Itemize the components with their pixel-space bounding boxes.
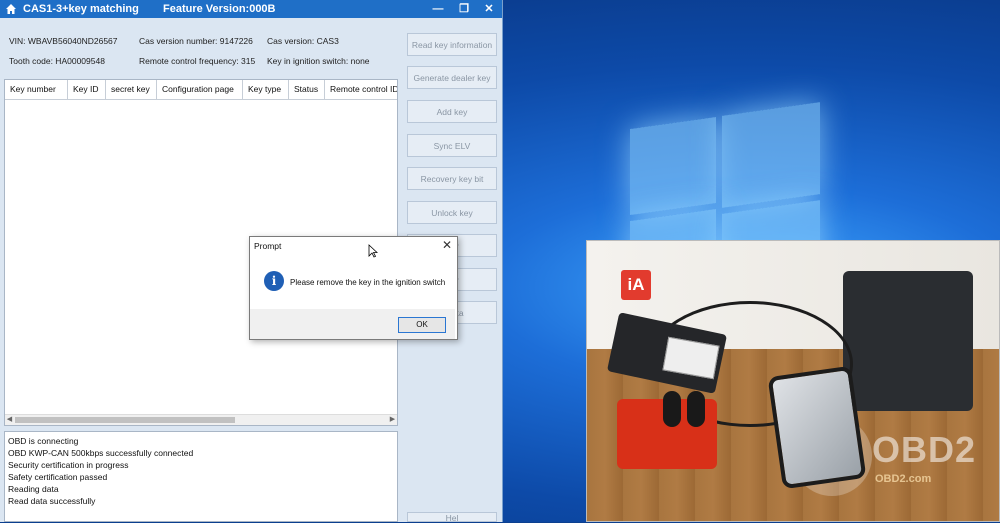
column-header[interactable]: Key ID xyxy=(68,80,106,99)
dialog-footer: OK xyxy=(250,309,455,339)
generate-dealer-key-button[interactable]: Generate dealer key xyxy=(407,66,497,89)
column-header[interactable]: secret key xyxy=(106,80,157,99)
ok-button[interactable]: OK xyxy=(398,317,446,333)
vin-label: VIN: WBAVB56040ND26567 xyxy=(9,36,118,46)
sync-elv-button[interactable]: Sync ELV xyxy=(407,134,497,157)
table-header: Key number Key ID secret key Configurati… xyxy=(5,80,397,100)
scrollbar-thumb[interactable] xyxy=(15,417,235,423)
info-icon: i xyxy=(264,271,284,291)
log-line: OBD KWP-CAN 500kbps successfully connect… xyxy=(8,448,194,458)
log-line: Security certification in progress xyxy=(8,460,129,470)
column-header[interactable]: Configuration page xyxy=(157,80,243,99)
scroll-left-icon[interactable]: ◀ xyxy=(5,415,14,425)
column-header[interactable]: Remote control ID xyxy=(325,80,397,99)
unlock-key-button[interactable]: Unlock key xyxy=(407,201,497,224)
scroll-right-icon[interactable]: ▶ xyxy=(388,415,397,425)
column-header[interactable]: Key number xyxy=(5,80,68,99)
ia-logo: iA xyxy=(621,270,651,300)
close-button[interactable]: ✕ xyxy=(482,2,496,16)
window-title: CAS1-3+key matching xyxy=(23,3,139,15)
log-line: Safety certification passed xyxy=(8,472,108,482)
home-icon xyxy=(6,4,16,14)
column-header[interactable]: Status xyxy=(289,80,325,99)
log-line: Reading data xyxy=(8,484,59,494)
read-key-information-button[interactable]: Read key information xyxy=(407,33,497,56)
tooth-code-label: Tooth code: HA00009548 xyxy=(9,56,105,66)
dialog-close-icon[interactable]: ✕ xyxy=(442,238,452,252)
minimize-button[interactable]: — xyxy=(431,2,445,16)
elv-lock-module xyxy=(767,365,867,490)
app-window: CAS1-3+key matching Feature Version:000B… xyxy=(0,0,503,523)
horizontal-scrollbar[interactable]: ◀ ▶ xyxy=(5,414,397,425)
restore-button[interactable]: ❐ xyxy=(457,2,471,16)
key-fob-icon xyxy=(687,391,705,427)
fuse-box-module xyxy=(843,271,973,411)
mouse-cursor-icon xyxy=(368,244,378,258)
recovery-key-bit-button[interactable]: Recovery key bit xyxy=(407,167,497,190)
log-line: Read data successfully xyxy=(8,496,96,506)
cas-version-label: Cas version: CAS3 xyxy=(267,36,339,46)
obd2-watermark: OBD2 xyxy=(872,429,977,470)
title-bar[interactable]: CAS1-3+key matching Feature Version:000B… xyxy=(0,0,502,18)
key-fob-icon xyxy=(663,391,681,427)
dialog-title: Prompt xyxy=(254,241,282,251)
key-in-ignition-label: Key in ignition switch: none xyxy=(267,56,370,66)
log-panel: OBD is connecting OBD KWP-CAN 500kbps su… xyxy=(4,431,398,522)
add-key-button[interactable]: Add key xyxy=(407,100,497,123)
remote-frequency-label: Remote control frequency: 315 xyxy=(139,56,256,66)
help-button[interactable]: Hel xyxy=(407,512,497,523)
prompt-dialog: Prompt ✕ i Please remove the key in the … xyxy=(249,236,458,340)
cas-version-number-label: Cas version number: 9147226 xyxy=(139,36,253,46)
obd2-watermark-sub: OBD2.com xyxy=(875,473,932,485)
feature-version: Feature Version:000B xyxy=(163,3,276,15)
device-photo: iA OBD2 OBD2.com xyxy=(586,240,1000,522)
column-header[interactable]: Key type xyxy=(243,80,289,99)
log-line: OBD is connecting xyxy=(8,436,79,446)
dialog-message: Please remove the key in the ignition sw… xyxy=(290,278,446,287)
